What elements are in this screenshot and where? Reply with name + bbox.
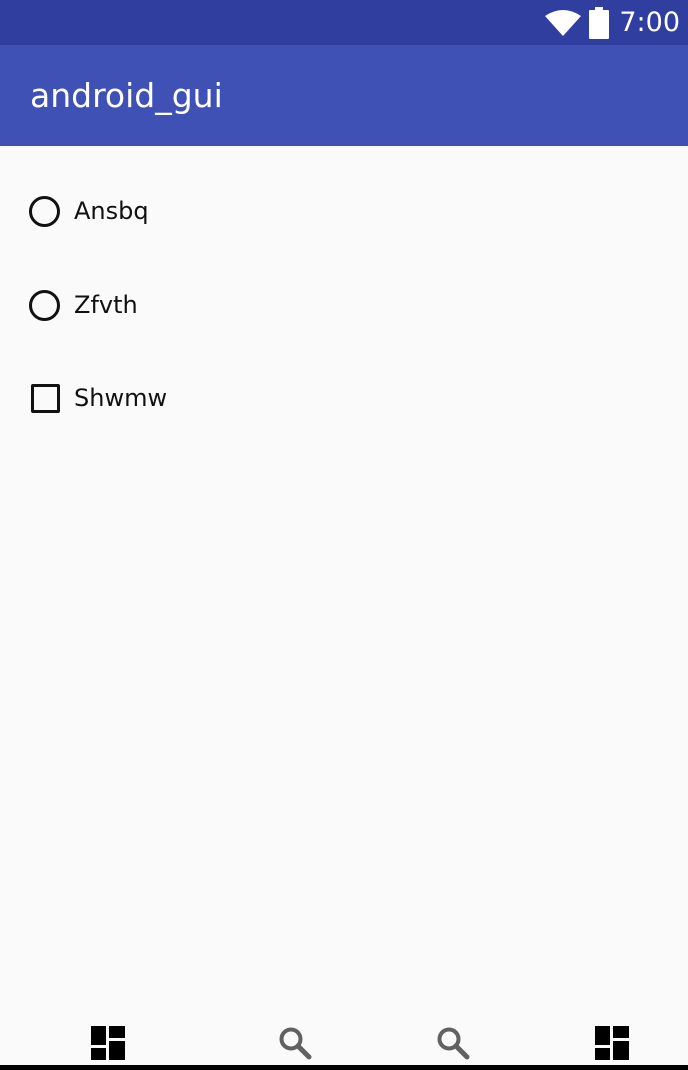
- radio-option-ansbq[interactable]: Ansbq: [28, 191, 149, 231]
- dashboard-button[interactable]: [88, 1025, 128, 1065]
- app-bar: android_gui: [0, 45, 688, 146]
- radio-option-zfvth[interactable]: Zfvth: [28, 285, 138, 325]
- battery-icon: [589, 6, 610, 39]
- search-icon: [278, 1026, 312, 1065]
- option-label: Zfvth: [74, 291, 138, 319]
- dashboard-icon: [91, 1025, 125, 1065]
- screen: 7:00 android_gui Ansbq Zfvth Shwmw: [0, 0, 688, 1070]
- bottom-navigation: [0, 1022, 688, 1064]
- search-icon: [436, 1026, 470, 1065]
- search-button[interactable]: [433, 1027, 473, 1063]
- status-icons: 7:00: [545, 0, 680, 45]
- radio-button[interactable]: [29, 289, 60, 321]
- navigation-bar-edge: [0, 1065, 688, 1070]
- wifi-icon: [545, 9, 582, 36]
- status-bar: 7:00: [0, 0, 688, 45]
- content-area: Ansbq Zfvth Shwmw: [0, 146, 688, 1022]
- checkbox[interactable]: [31, 383, 60, 413]
- option-label: Ansbq: [74, 197, 149, 225]
- app-title: android_gui: [30, 76, 223, 115]
- option-label: Shwmw: [74, 384, 168, 412]
- status-time: 7:00: [619, 7, 680, 38]
- checkbox-option-shwmw[interactable]: Shwmw: [28, 378, 167, 418]
- search-button[interactable]: [275, 1027, 315, 1063]
- dashboard-button[interactable]: [592, 1025, 632, 1065]
- radio-button[interactable]: [29, 195, 60, 227]
- dashboard-icon: [595, 1025, 629, 1065]
